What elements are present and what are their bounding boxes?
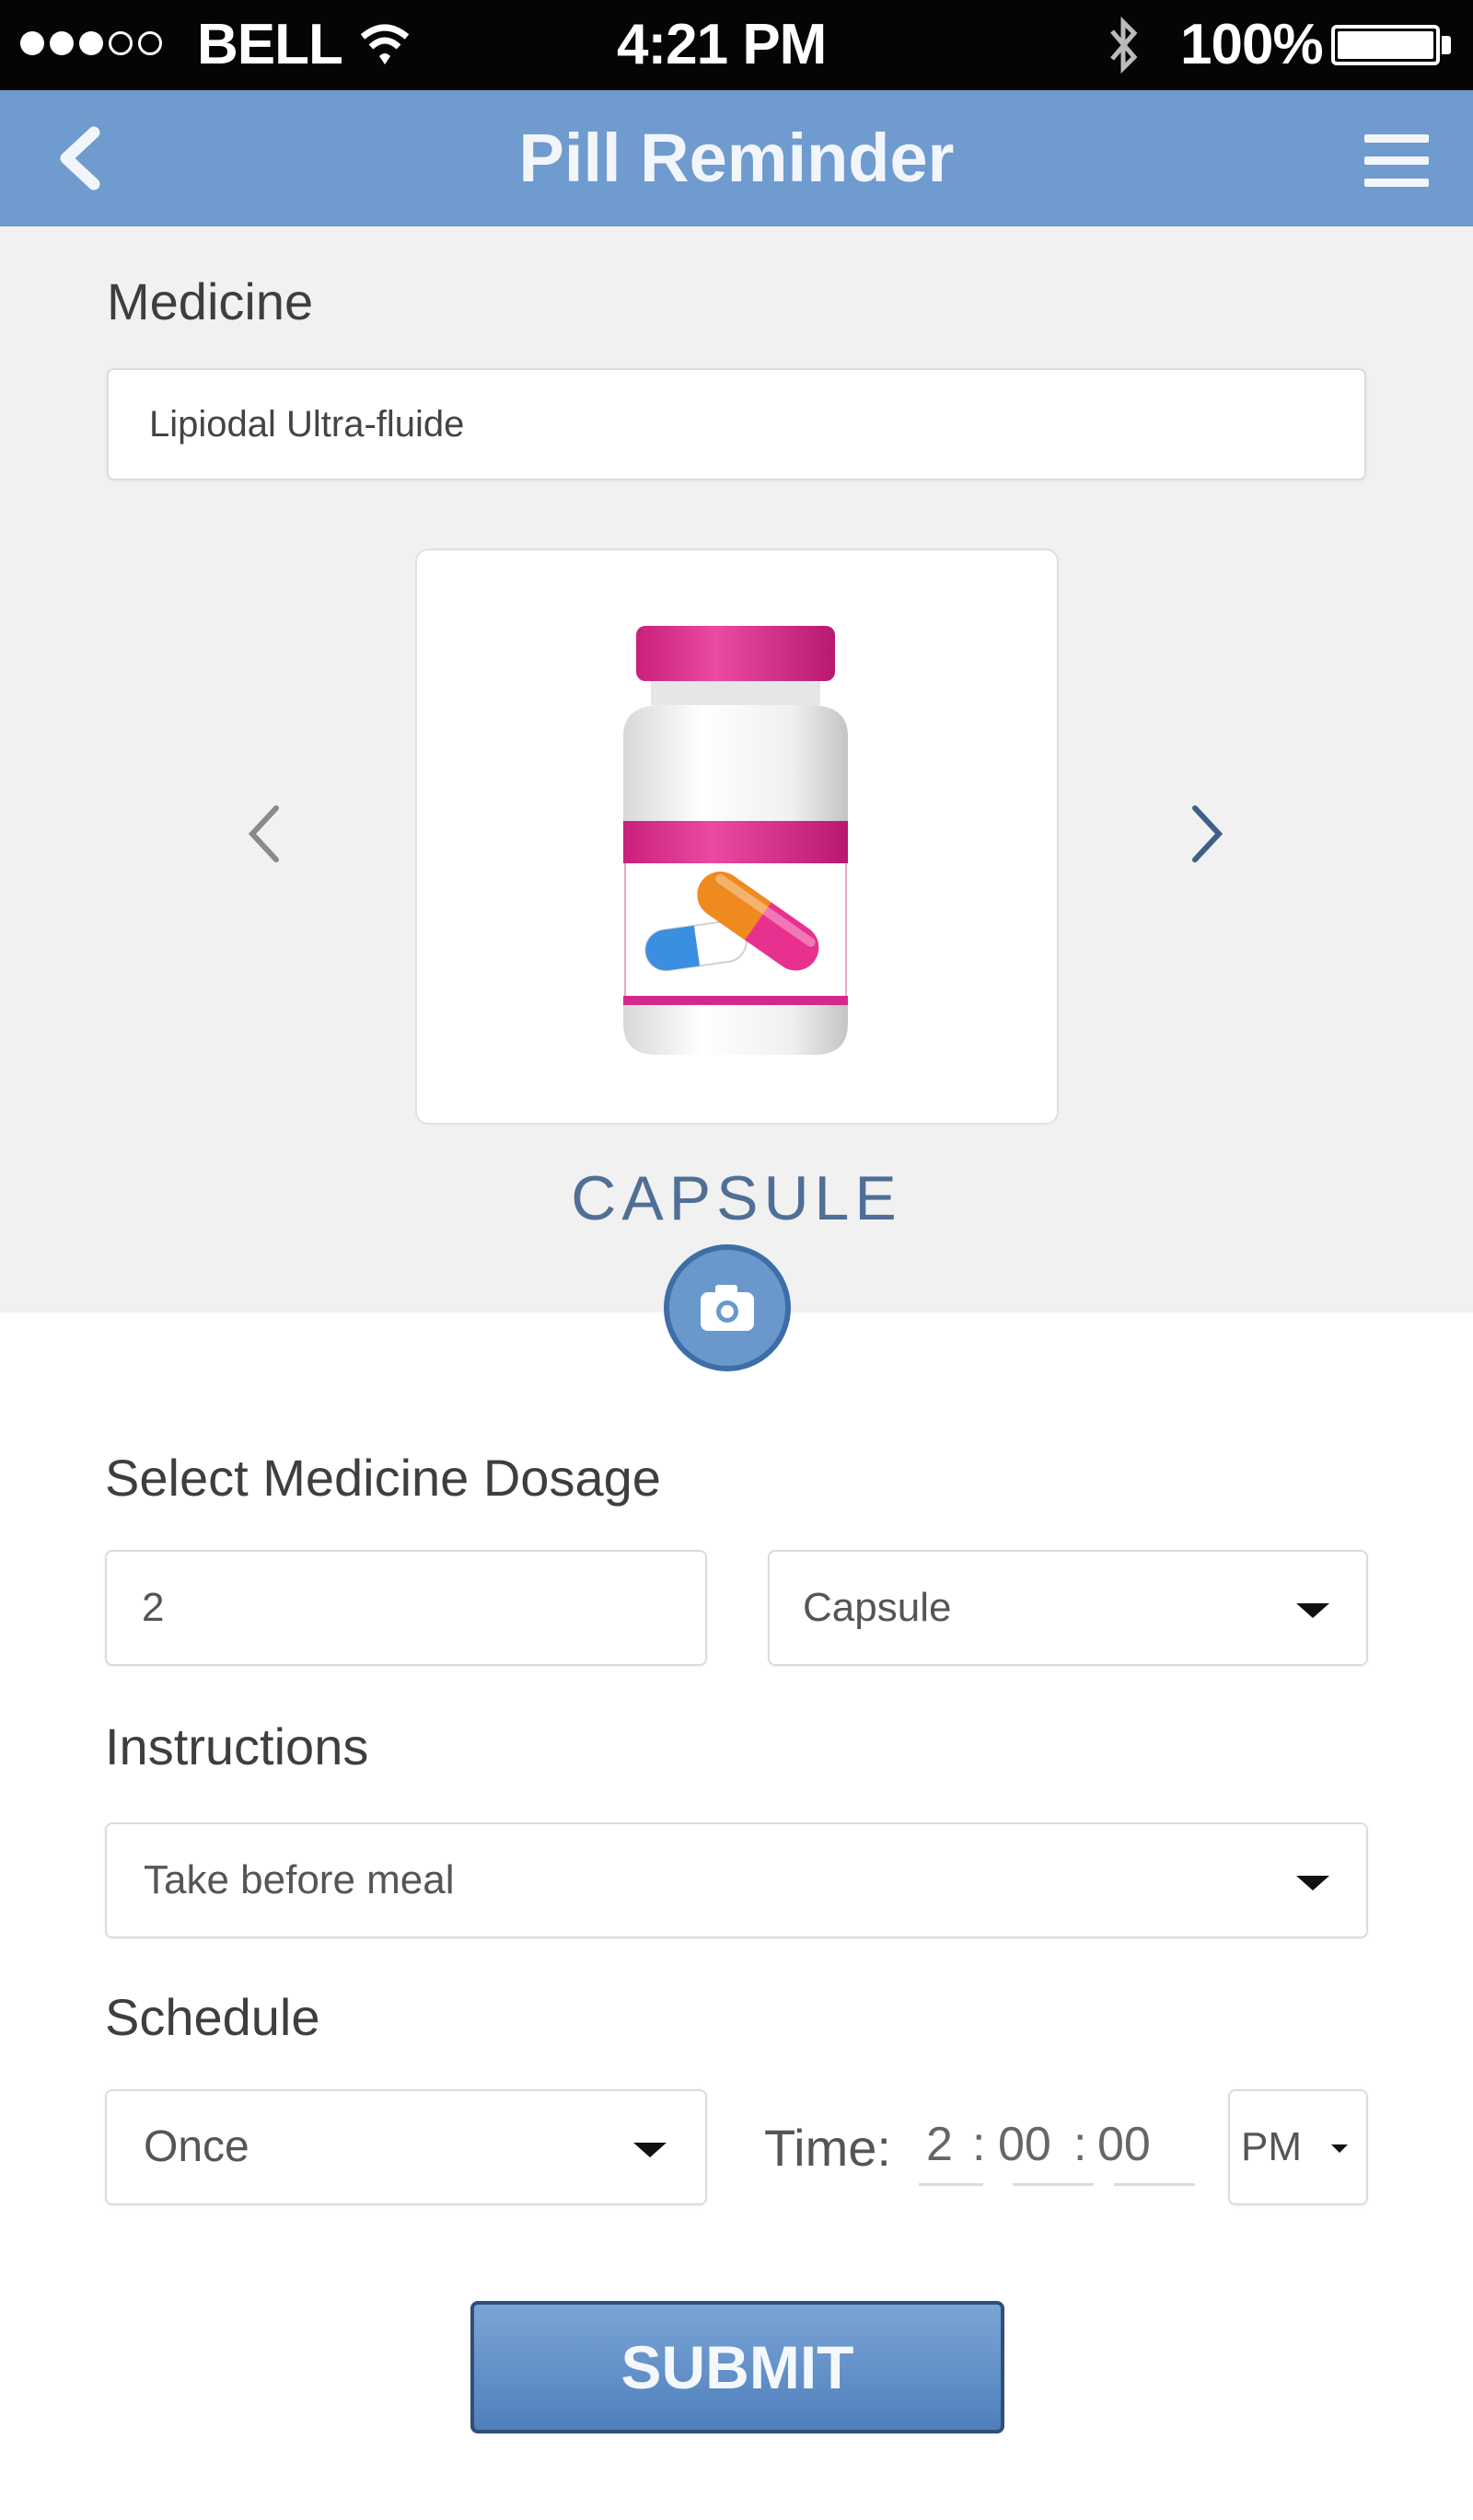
dosage-unit-select[interactable]: Capsule: [768, 1550, 1368, 1666]
chevron-left-icon: [248, 805, 279, 862]
carrier-name: BELL: [197, 13, 343, 76]
instructions-select[interactable]: Take before meal: [105, 1822, 1368, 1938]
nav-bar: Pill Reminder: [0, 90, 1473, 226]
clock: 4:21 PM: [617, 13, 827, 76]
schedule-frequency-select[interactable]: Once: [105, 2089, 707, 2205]
camera-icon: [701, 1285, 754, 1331]
instructions-value: Take before meal: [144, 1857, 455, 1902]
chevron-right-icon: [1192, 805, 1224, 862]
time-second-input[interactable]: 00: [1097, 2115, 1151, 2174]
chevron-down-icon: [1296, 1876, 1329, 1890]
time-separator: :: [1073, 2118, 1087, 2171]
bluetooth-icon: [1110, 17, 1138, 74]
chevron-down-icon: [1296, 1603, 1329, 1618]
camera-button[interactable]: [664, 1244, 791, 1371]
hamburger-menu-icon: [1364, 156, 1429, 165]
page-title: Pill Reminder: [518, 120, 955, 196]
ampm-value: PM: [1241, 2124, 1302, 2169]
wifi-icon: [360, 24, 410, 64]
dosage-label: Select Medicine Dosage: [105, 1449, 661, 1507]
schedule-frequency-value: Once: [144, 2122, 249, 2171]
dosage-unit-value: Capsule: [803, 1585, 952, 1630]
battery-percent: 100%: [1180, 13, 1324, 76]
dosage-amount-value: 2: [142, 1585, 165, 1630]
battery-icon: [1331, 25, 1440, 65]
signal-dot: [138, 31, 162, 55]
signal-dot: [50, 31, 74, 55]
chevron-left-icon: [60, 126, 100, 191]
time-minute-input[interactable]: 00: [998, 2115, 1051, 2174]
back-button[interactable]: [37, 112, 129, 204]
capsule-bottle-image: [623, 626, 848, 1055]
medicine-input[interactable]: Lipiodal Ultra-fluide: [107, 368, 1366, 480]
instructions-label: Instructions: [105, 1717, 369, 1775]
previous-pill-button[interactable]: [238, 797, 293, 871]
menu-button[interactable]: [1346, 131, 1447, 191]
time-separator: :: [972, 2118, 986, 2171]
time-hour-underline: [919, 2183, 983, 2186]
next-pill-button[interactable]: [1178, 797, 1234, 871]
time-second-underline: [1114, 2183, 1195, 2186]
medicine-label: Medicine: [107, 272, 314, 330]
signal-dot: [79, 31, 103, 55]
chevron-down-icon: [1331, 2144, 1348, 2153]
hamburger-menu-icon: [1364, 134, 1429, 143]
time-minute-underline: [1013, 2183, 1094, 2186]
time-label: Time:: [764, 2119, 891, 2177]
medicine-input-value: Lipiodal Ultra-fluide: [149, 404, 465, 445]
chevron-down-icon: [633, 2143, 667, 2157]
hamburger-menu-icon: [1364, 179, 1429, 187]
submit-button[interactable]: SUBMIT: [470, 2301, 1004, 2433]
ampm-select[interactable]: PM: [1228, 2089, 1368, 2205]
signal-dot: [20, 31, 44, 55]
battery-tip: [1442, 36, 1451, 54]
dosage-amount-input[interactable]: 2: [105, 1550, 707, 1666]
pill-type-card[interactable]: [415, 549, 1059, 1125]
signal-dot: [109, 31, 133, 55]
schedule-label: Schedule: [105, 1988, 320, 2046]
time-hour-input[interactable]: 2: [926, 2115, 953, 2174]
pill-type-label: CAPSULE: [571, 1163, 902, 1233]
status-bar: BELL 4:21 PM 100%: [0, 0, 1473, 90]
